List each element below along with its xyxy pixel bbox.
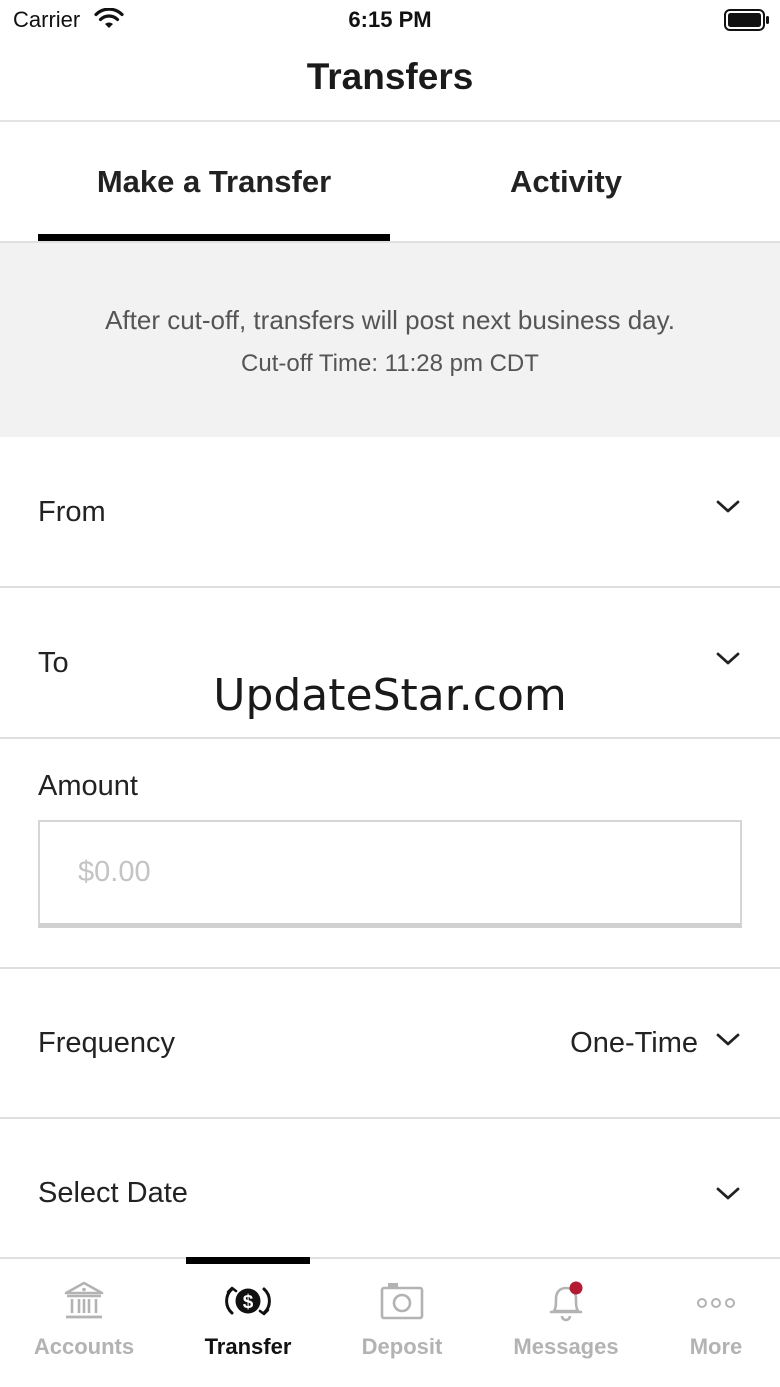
tab-bar-label: Deposit <box>361 1334 443 1359</box>
chevron-down-icon <box>716 1032 740 1053</box>
battery-icon <box>724 9 770 36</box>
svg-text:$: $ <box>243 1292 254 1313</box>
chevron-down-icon <box>716 1186 740 1207</box>
transfer-dollar-icon: $ <box>168 1280 328 1322</box>
tab-activity[interactable]: Activity <box>390 122 742 242</box>
date-selector[interactable]: Select Date <box>0 1119 780 1257</box>
select-date-label: Select Date <box>38 1177 188 1209</box>
tab-bar-deposit[interactable]: Deposit <box>322 1264 482 1387</box>
tab-bar-label: Accounts <box>33 1334 135 1359</box>
tab-bar-messages[interactable]: Messages <box>486 1264 646 1387</box>
more-dots-icon <box>636 1280 780 1322</box>
frequency-value: One-Time <box>570 1027 698 1059</box>
tab-bar-label: Transfer <box>204 1334 292 1359</box>
amount-label: Amount <box>38 770 138 802</box>
cutoff-info-banner: After cut-off, transfers will post next … <box>0 243 780 437</box>
active-tab-bar-indicator <box>186 1257 310 1264</box>
chevron-down-icon <box>716 651 740 672</box>
tab-make-a-transfer[interactable]: Make a Transfer <box>38 122 390 242</box>
active-tab-indicator <box>38 234 390 241</box>
status-time: 6:15 PM <box>348 7 432 32</box>
from-account-selector[interactable]: From <box>0 437 780 587</box>
tab-bar-transfer[interactable]: $ Transfer <box>168 1264 328 1387</box>
bell-icon <box>486 1280 646 1324</box>
tab-bar-accounts[interactable]: Accounts <box>4 1264 164 1387</box>
frequency-selector[interactable]: Frequency One-Time <box>0 969 780 1118</box>
row-divider <box>0 737 780 739</box>
tab-bar-label: Messages <box>513 1334 619 1359</box>
camera-icon <box>322 1280 482 1322</box>
tab-bar-divider <box>0 1257 780 1259</box>
tab-bar-label: More <box>689 1334 743 1359</box>
watermark: UpdateStar.com <box>213 670 567 721</box>
chevron-down-icon <box>716 499 740 520</box>
frequency-label: Frequency <box>38 1027 176 1059</box>
cutoff-time: Cut-off Time: 11:28 pm CDT <box>241 350 539 377</box>
status-bar: Carrier 6:15 PM <box>0 0 780 40</box>
page-title: Transfers <box>306 56 474 97</box>
from-label: From <box>38 496 106 528</box>
bank-icon <box>4 1280 164 1322</box>
cutoff-notice: After cut-off, transfers will post next … <box>105 305 675 335</box>
notification-badge <box>569 1281 583 1295</box>
tab-bar-more[interactable]: More <box>636 1264 780 1387</box>
amount-input[interactable] <box>38 820 742 928</box>
